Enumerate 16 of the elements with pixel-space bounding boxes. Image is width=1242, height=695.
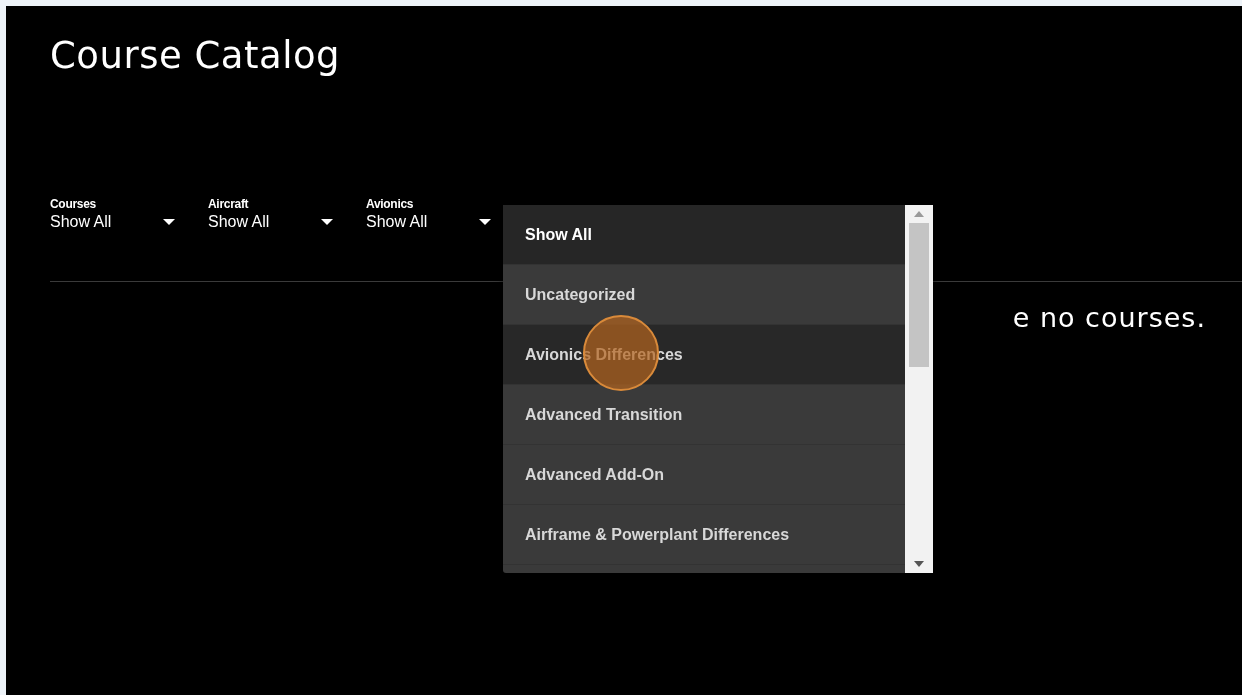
dropdown-option[interactable]: Show All: [503, 205, 905, 265]
page-title: Course Catalog: [50, 34, 342, 77]
filter-dropdown[interactable]: Show All: [50, 211, 175, 231]
empty-message: e no courses.: [1012, 302, 1206, 333]
caret-icon: [479, 219, 491, 225]
scrollbar[interactable]: [905, 205, 933, 573]
filter-label: Aircraft: [208, 197, 250, 211]
scrollbar-thumb[interactable]: [909, 223, 929, 367]
filter-dropdown[interactable]: Show All: [366, 211, 491, 231]
filter-dropdown[interactable]: Show All: [208, 211, 333, 231]
scroll-down-icon[interactable]: [914, 561, 924, 567]
caret-icon: [321, 219, 333, 225]
scroll-up-icon[interactable]: [914, 211, 924, 217]
filter-label: Avionics: [366, 197, 415, 211]
caret-icon: [163, 219, 175, 225]
filter-label: Courses: [50, 197, 97, 211]
